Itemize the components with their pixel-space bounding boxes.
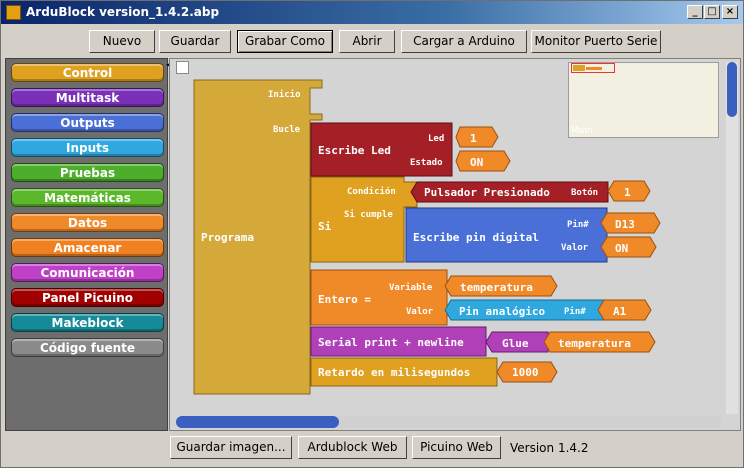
write-digital-pin-block[interactable]: Escribe pin digital Pin# Valor D13 ON <box>405 207 661 263</box>
category-multitask[interactable]: Multitask <box>11 88 164 107</box>
open-button[interactable]: Abrir <box>339 30 395 53</box>
button-param-label: Botón <box>571 187 598 198</box>
horizontal-scrollbar[interactable] <box>176 416 722 428</box>
save-as-button[interactable]: Grabar Como <box>237 30 333 53</box>
serial-print-label: Serial print + newline <box>318 336 464 349</box>
write-led-block[interactable]: Escribe Led Led Estado 1 ON <box>310 122 511 177</box>
category-panel-picuino[interactable]: Panel Picuino <box>11 288 164 307</box>
variable-param-label: Variable <box>389 282 433 293</box>
digital-value: ON <box>615 242 628 255</box>
category-pruebas[interactable]: Pruebas <box>11 163 164 182</box>
button-pressed-label: Pulsador Presionado <box>424 186 550 199</box>
app-window: ArduBlock version_1.4.2.abp _ □ × Nuevo … <box>0 0 744 468</box>
version-label: Version 1.4.2 <box>510 441 589 455</box>
analog-pin-value: A1 <box>613 305 627 318</box>
category-outputs[interactable]: Outputs <box>11 113 164 132</box>
window-title: ArduBlock version_1.4.2.abp <box>26 5 220 19</box>
led-param-label: Led <box>428 134 444 144</box>
analog-pin-label: Pin analógico <box>459 305 545 318</box>
digital-pin-label: Escribe pin digital <box>413 231 539 244</box>
category-amacenar[interactable]: Amacenar <box>11 238 164 257</box>
category-c-digo-fuente[interactable]: Código fuente <box>11 338 164 357</box>
digital-value-param-label: Valor <box>561 243 589 253</box>
category-comunicaci-n[interactable]: Comunicación <box>11 263 164 282</box>
category-control[interactable]: Control <box>11 63 164 82</box>
serial-value: temperatura <box>558 337 631 350</box>
minimap-viewport[interactable] <box>571 63 615 73</box>
write-led-label: Escribe Led <box>318 144 391 157</box>
serial-print-block[interactable]: Serial print + newline Glue temperatura <box>310 326 656 357</box>
vertical-scrollbar[interactable] <box>726 62 738 414</box>
canvas-corner-box[interactable] <box>176 61 189 74</box>
program-block[interactable]: Programa Inicio Bucle <box>193 79 323 395</box>
category-datos[interactable]: Datos <box>11 213 164 232</box>
state-value: ON <box>470 156 483 169</box>
toolbar: Nuevo Guardar Grabar Como Abrir Cargar a… <box>1 25 743 57</box>
integer-label: Entero = <box>318 293 371 306</box>
if-label: Si <box>318 220 332 233</box>
analog-pin-param-label: Pin# <box>564 306 586 317</box>
maximize-icon[interactable]: □ <box>704 5 720 19</box>
new-button[interactable]: Nuevo <box>89 30 155 53</box>
serial-monitor-button[interactable]: Monitor Puerto Serie <box>531 30 661 53</box>
category-makeblock[interactable]: Makeblock <box>11 313 164 332</box>
setup-label: Inicio <box>268 89 301 100</box>
upload-button[interactable]: Cargar a Arduino <box>401 30 527 53</box>
close-icon[interactable]: × <box>722 5 738 19</box>
button-value: 1 <box>624 186 631 199</box>
glue-label: Glue <box>502 337 529 350</box>
led-value: 1 <box>470 132 477 145</box>
analog-pin-block[interactable]: Pin analógico Pin# A1 <box>444 299 652 321</box>
delay-label: Retardo en milisegundos <box>318 366 470 379</box>
save-image-button[interactable]: Guardar imagen... <box>170 436 292 459</box>
title-bar: ArduBlock version_1.4.2.abp _ □ × <box>1 1 743 24</box>
digital-pin-param-label: Pin# <box>567 219 589 230</box>
digital-pin-value: D13 <box>615 218 635 231</box>
ardublock-web-button[interactable]: Ardublock Web <box>298 436 407 459</box>
category-sidebar: Control Multitask Outputs Inputs Pruebas Mate… <box>5 58 168 431</box>
loop-label: Bucle <box>273 125 301 135</box>
minimize-icon[interactable]: _ <box>687 5 703 19</box>
variable-name-value: temperatura <box>460 281 533 294</box>
picuino-web-button[interactable]: Picuino Web <box>412 436 501 459</box>
program-label: Programa <box>201 231 254 244</box>
condition-label: Condición <box>347 186 396 197</box>
if-block[interactable]: Si Condición Si cumple <box>310 176 418 263</box>
button-pressed-block[interactable]: Pulsador Presionado Botón 1 <box>410 180 651 203</box>
delay-value: 1000 <box>512 366 539 379</box>
state-param-label: Estado <box>410 158 443 168</box>
then-label: Si cumple <box>344 209 393 220</box>
save-button[interactable]: Guardar <box>159 30 231 53</box>
delay-block[interactable]: Retardo en milisegundos 1000 <box>310 357 558 387</box>
category-inputs[interactable]: Inputs <box>11 138 164 157</box>
vertical-scroll-thumb[interactable] <box>727 62 737 117</box>
footer-bar: Guardar imagen... Ardublock Web Picuino … <box>1 433 743 466</box>
horizontal-scroll-thumb[interactable] <box>176 416 339 428</box>
value-param-label: Valor <box>406 307 434 317</box>
app-icon <box>6 5 21 20</box>
minimap[interactable]: Main <box>568 62 719 138</box>
minimap-label: Main <box>571 126 593 136</box>
category-matem-ticas[interactable]: Matemáticas <box>11 188 164 207</box>
